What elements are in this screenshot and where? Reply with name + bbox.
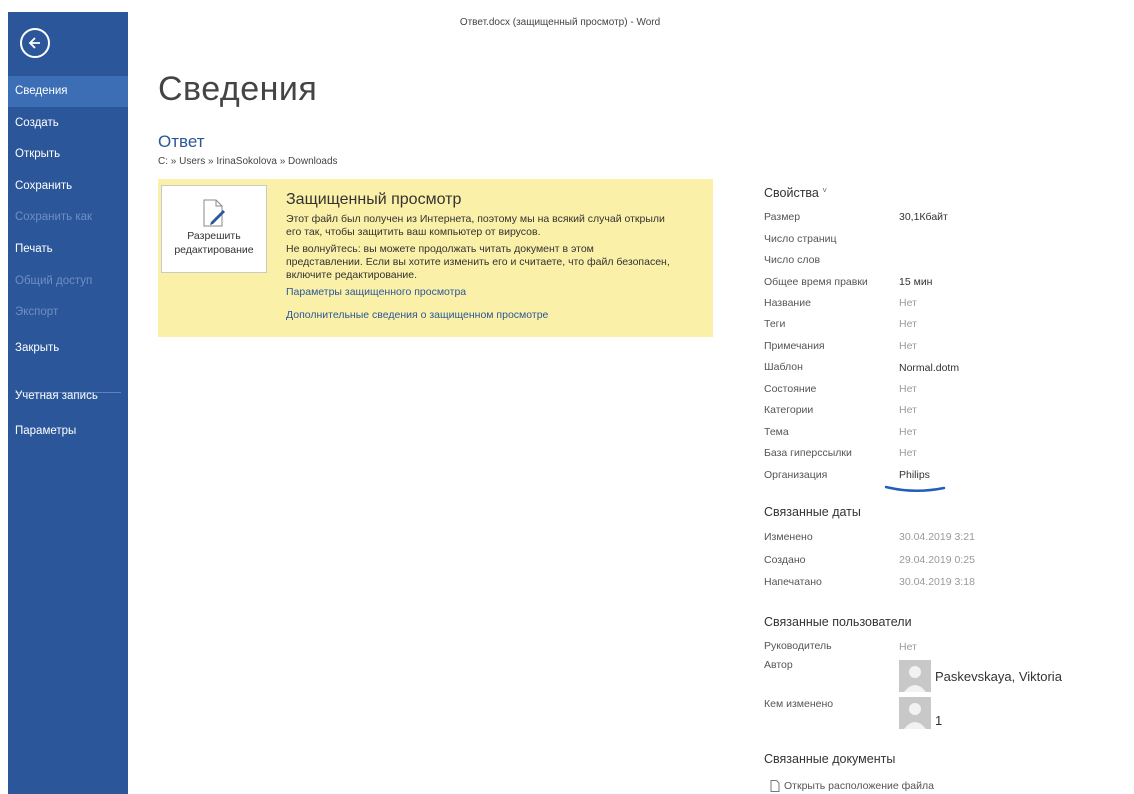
- prop-title-label: Название: [764, 297, 811, 309]
- window-title: Ответ.docx (защищенный просмотр) - Word: [459, 17, 661, 28]
- enable-editing-button[interactable]: Разрешить редактирование: [161, 185, 267, 273]
- document-icon: [770, 780, 780, 792]
- properties-heading: Свойства: [764, 186, 819, 200]
- nav-share: Общий доступ: [15, 275, 93, 287]
- back-button[interactable]: [20, 28, 50, 58]
- enable-editing-label-2: редактирование: [174, 244, 254, 256]
- prop-hyperlink-base-label: База гиперссылки: [764, 447, 852, 459]
- user-silhouette-icon: [899, 660, 931, 692]
- properties-dropdown[interactable]: Свойства ˅: [764, 186, 827, 200]
- related-people-heading: Связанные пользователи: [764, 615, 912, 629]
- open-file-location-link[interactable]: Открыть расположение файла: [770, 780, 934, 792]
- prop-status-label: Состояние: [764, 383, 817, 395]
- enable-editing-label-1: Разрешить: [187, 230, 241, 242]
- prop-edit-time-value: 15 мин: [899, 276, 933, 288]
- prop-status-value: Нет: [899, 383, 917, 395]
- chevron-down-icon: ˅: [822, 186, 828, 195]
- user-silhouette-icon: [899, 697, 931, 729]
- nav-options[interactable]: Параметры: [8, 416, 128, 447]
- prop-comments-value: Нет: [899, 340, 917, 352]
- author-name[interactable]: Paskevskaya, Viktoria: [935, 669, 1062, 684]
- protected-view-text: представлении. Если вы хотите изменить е…: [286, 256, 670, 268]
- nav-info[interactable]: Сведения: [8, 76, 128, 107]
- document-name: Ответ: [158, 132, 205, 151]
- handdrawn-underline: [884, 485, 946, 492]
- protected-view-text: включите редактирование.: [286, 269, 418, 281]
- author-label: Автор: [764, 659, 793, 671]
- date-modified-label: Изменено: [764, 531, 813, 543]
- prop-template-value: Normal.dotm: [899, 362, 960, 374]
- arrow-left-icon: [28, 37, 40, 49]
- prop-title-value: Нет: [899, 297, 917, 309]
- prop-company-label: Организация: [764, 469, 828, 481]
- modified-by-avatar[interactable]: [899, 697, 931, 729]
- protected-view-settings-link[interactable]: Параметры защищенного просмотра: [286, 286, 466, 298]
- related-dates-heading: Связанные даты: [764, 505, 861, 519]
- prop-words-label: Число слов: [764, 254, 821, 266]
- prop-subject-label: Тема: [764, 426, 789, 438]
- prop-template-label: Шаблон: [764, 361, 803, 373]
- prop-categories-label: Категории: [764, 404, 814, 416]
- protected-view-title: Защищенный просмотр: [286, 191, 462, 208]
- nav-close[interactable]: Закрыть: [8, 333, 128, 364]
- date-created-value: 29.04.2019 0:25: [899, 554, 975, 566]
- date-modified-value: 30.04.2019 3:21: [899, 531, 975, 543]
- document-path-breadcrumb[interactable]: C: » Users » IrinaSokolova » Downloads: [158, 156, 338, 167]
- manager-label: Руководитель: [764, 640, 832, 652]
- nav-save-as: Сохранить как: [15, 211, 93, 223]
- prop-size-label: Размер: [764, 211, 801, 223]
- prop-edit-time-label: Общее время правки: [764, 276, 868, 288]
- nav-print[interactable]: Печать: [8, 234, 128, 265]
- protected-view-more-info-link[interactable]: Дополнительные сведения о защищенном про…: [286, 309, 548, 321]
- prop-tags-value: Нет: [899, 318, 917, 330]
- page-title: Сведения: [158, 70, 318, 108]
- prop-subject-value: Нет: [899, 426, 917, 438]
- nav-account[interactable]: Учетная запись: [8, 381, 128, 412]
- protected-view-text: Не волнуйтесь: вы можете продолжать чита…: [286, 243, 594, 255]
- nav-export: Экспорт: [15, 306, 59, 318]
- related-documents-heading: Связанные документы: [764, 752, 896, 766]
- prop-size-value: 30,1Кбайт: [899, 211, 948, 223]
- protected-view-text: его так, чтобы защитить ваш компьютер от…: [286, 226, 541, 238]
- date-printed-label: Напечатано: [764, 576, 822, 588]
- protected-view-banner: Разрешить редактирование Защищенный прос…: [158, 179, 713, 337]
- prop-categories-value: Нет: [899, 404, 917, 416]
- open-file-location-label: Открыть расположение файла: [784, 780, 934, 792]
- nav-new[interactable]: Создать: [8, 108, 128, 139]
- prop-tags-label: Теги: [764, 318, 786, 330]
- nav-open[interactable]: Открыть: [8, 139, 128, 170]
- prop-pages-label: Число страниц: [764, 233, 837, 245]
- date-created-label: Создано: [764, 554, 806, 566]
- modified-by-label: Кем изменено: [764, 698, 834, 710]
- backstage-sidebar: Сведения Создать Открыть Сохранить Сохра…: [8, 12, 128, 794]
- protected-view-text: Этот файл был получен из Интернета, поэт…: [286, 213, 665, 225]
- date-printed-value: 30.04.2019 3:18: [899, 576, 975, 588]
- prop-company-value: Philips: [899, 469, 930, 481]
- prop-hyperlink-base-value: Нет: [899, 447, 917, 459]
- nav-save[interactable]: Сохранить: [8, 171, 128, 202]
- edit-document-icon: [203, 199, 225, 227]
- modified-by-name[interactable]: 1: [935, 713, 942, 728]
- author-avatar[interactable]: [899, 660, 931, 692]
- manager-value: Нет: [899, 641, 917, 653]
- prop-comments-label: Примечания: [764, 340, 825, 352]
